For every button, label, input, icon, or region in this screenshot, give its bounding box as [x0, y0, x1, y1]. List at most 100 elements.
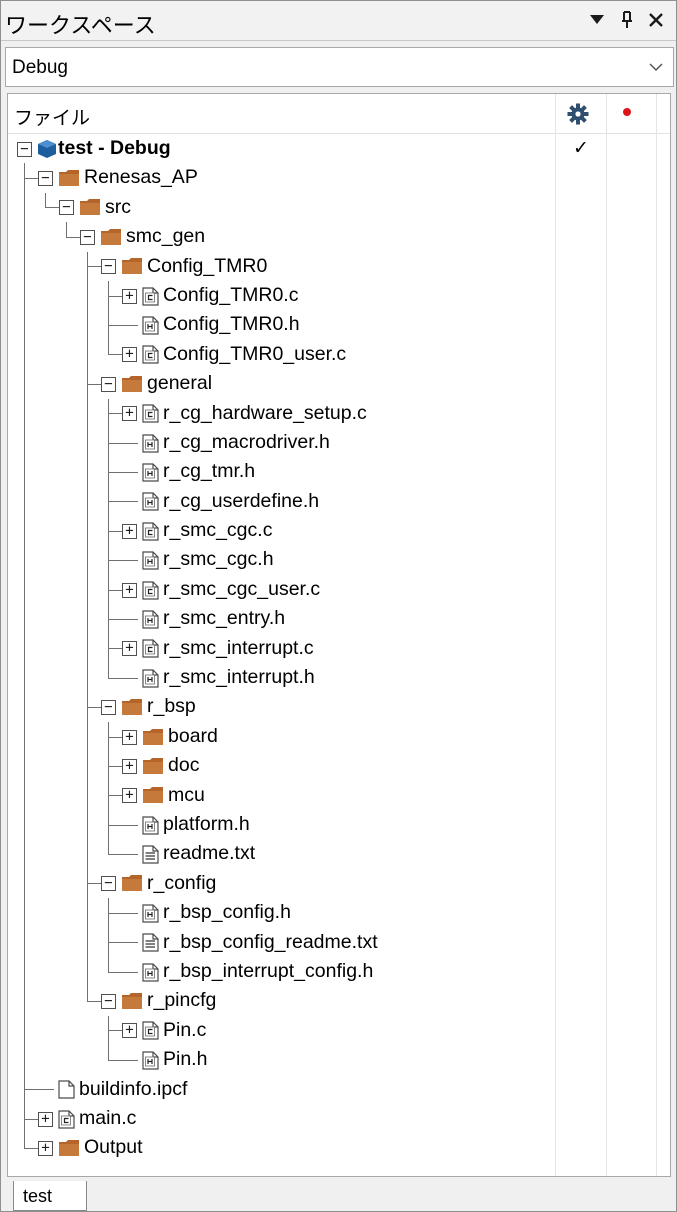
tree-row[interactable]: + r_smc_interrupt.c: [8, 633, 670, 664]
tree-row[interactable]: + mcu: [8, 780, 670, 810]
collapse-icon[interactable]: −: [101, 876, 116, 892]
folder-icon: [59, 1139, 79, 1156]
tree-row[interactable]: + Config_TMR0.c: [8, 280, 670, 311]
tree-row[interactable]: − r_pincfg: [8, 986, 670, 1016]
panel-close-button[interactable]: [644, 7, 668, 33]
gear-icon[interactable]: [566, 102, 590, 126]
expand-icon[interactable]: +: [122, 641, 137, 657]
tree-header: ファイル: [8, 94, 670, 134]
tree-row[interactable]: r_cg_userdefine.h: [8, 486, 670, 517]
tab-test[interactable]: test: [13, 1181, 87, 1211]
tree-row[interactable]: − r_config: [8, 868, 670, 899]
panel-pin-button[interactable]: [615, 7, 639, 33]
tree-row[interactable]: + Config_TMR0_user.c: [8, 339, 670, 370]
c-file-icon: [142, 1021, 159, 1041]
collapse-icon[interactable]: −: [38, 171, 53, 187]
text-file-icon: [142, 933, 159, 952]
tree-item-label: r_smc_cgc.c: [163, 519, 273, 542]
tree-row[interactable]: − smc_gen: [8, 222, 670, 252]
tree-row[interactable]: + main.c: [8, 1103, 670, 1134]
h-file-icon: [142, 551, 159, 570]
collapse-icon[interactable]: −: [101, 259, 116, 275]
tree-item-label: smc_gen: [126, 225, 206, 248]
expand-icon[interactable]: +: [122, 523, 137, 539]
expand-icon[interactable]: +: [38, 1140, 53, 1156]
tree-item-label: src: [105, 195, 131, 218]
h-file-icon: [142, 1051, 159, 1070]
tree-row[interactable]: readme.txt: [8, 839, 670, 869]
folder-icon: [143, 757, 163, 774]
tree-item-label: test - Debug: [58, 137, 171, 159]
tree-item-label: Output: [84, 1136, 143, 1159]
tree-item-label: r_cg_userdefine.h: [163, 489, 320, 512]
tree-row[interactable]: r_cg_tmr.h: [8, 457, 670, 487]
tree-row[interactable]: + board: [8, 721, 670, 752]
tree-row[interactable]: Pin.h: [8, 1045, 670, 1075]
tree-item-label: r_smc_interrupt.h: [163, 666, 315, 689]
collapse-icon[interactable]: −: [59, 200, 74, 216]
tree-row[interactable]: r_smc_interrupt.h: [8, 663, 670, 693]
pin-icon: [622, 11, 632, 28]
tree-item-label: Pin.h: [163, 1048, 208, 1071]
h-file-icon: [142, 816, 159, 835]
expand-icon[interactable]: +: [122, 788, 137, 804]
file-column-header[interactable]: ファイル: [14, 103, 90, 130]
tree-item-label: platform.h: [163, 812, 250, 835]
tree-row[interactable]: − r_bsp: [8, 692, 670, 722]
expand-icon[interactable]: +: [122, 1023, 137, 1039]
tree-row[interactable]: r_bsp_config_readme.txt: [8, 927, 670, 957]
tree-row[interactable]: + r_smc_cgc_user.c: [8, 574, 670, 605]
tree-item-label: doc: [168, 754, 200, 777]
c-file-icon: [142, 404, 159, 423]
tree-row[interactable]: r_bsp_config.h: [8, 898, 670, 928]
folder-icon: [122, 699, 142, 716]
tree-row[interactable]: buildinfo.ipcf: [8, 1074, 670, 1104]
h-file-icon: [142, 492, 159, 511]
panel-menu-button[interactable]: [585, 7, 609, 33]
tree-row[interactable]: + doc: [8, 751, 670, 781]
collapse-icon[interactable]: −: [17, 141, 32, 157]
tree-row[interactable]: − src: [8, 192, 670, 223]
tree-row[interactable]: r_smc_entry.h: [8, 604, 670, 634]
tree-row[interactable]: − Config_TMR0: [8, 251, 670, 281]
tree-row[interactable]: − Renesas_AP: [8, 163, 670, 193]
tree-item-label: r_smc_cgc_user.c: [163, 577, 321, 600]
h-file-icon: [142, 963, 159, 982]
h-file-icon: [142, 433, 159, 453]
tree-row[interactable]: + Pin.c: [8, 1015, 670, 1046]
expand-icon[interactable]: +: [122, 406, 137, 422]
tree-row[interactable]: + Output: [8, 1133, 670, 1162]
expand-icon[interactable]: +: [122, 347, 137, 363]
collapse-icon[interactable]: −: [80, 229, 95, 245]
tree-item-label: r_smc_entry.h: [163, 607, 286, 630]
collapse-icon[interactable]: −: [101, 994, 116, 1010]
h-file-icon: [142, 669, 159, 688]
tree-item-label: r_bsp_config.h: [163, 901, 291, 924]
red-dot-icon[interactable]: [623, 108, 631, 116]
tree-row[interactable]: + r_smc_cgc.c: [8, 516, 670, 546]
expand-icon[interactable]: +: [122, 758, 137, 774]
tree-item-label: r_pincfg: [147, 989, 217, 1012]
c-file-icon: [142, 639, 159, 658]
collapse-icon[interactable]: −: [101, 376, 116, 392]
tree-row[interactable]: Config_TMR0.h: [8, 310, 670, 340]
tree-row[interactable]: r_smc_cgc.h: [8, 545, 670, 575]
tree-row[interactable]: r_cg_macrodriver.h: [8, 427, 670, 458]
tree-item-label: Config_TMR0.c: [163, 283, 299, 306]
expand-icon[interactable]: +: [122, 288, 137, 304]
tree-row[interactable]: r_bsp_interrupt_config.h: [8, 956, 670, 987]
expand-icon[interactable]: +: [122, 582, 137, 598]
project-icon: [38, 139, 56, 158]
h-file-icon: [142, 610, 159, 629]
h-file-icon: [142, 463, 159, 482]
tree-row[interactable]: − general: [8, 369, 670, 399]
tree-row[interactable]: − test - Debug ✓: [8, 134, 670, 163]
tree-row[interactable]: platform.h: [8, 809, 670, 840]
expand-icon[interactable]: +: [38, 1111, 53, 1127]
build-config-select[interactable]: Debug: [5, 47, 674, 87]
tree-row[interactable]: + r_cg_hardware_setup.c: [8, 398, 670, 428]
tree-item-label: r_config: [147, 871, 217, 894]
folder-icon: [122, 993, 142, 1010]
expand-icon[interactable]: +: [122, 729, 137, 745]
collapse-icon[interactable]: −: [101, 700, 116, 716]
